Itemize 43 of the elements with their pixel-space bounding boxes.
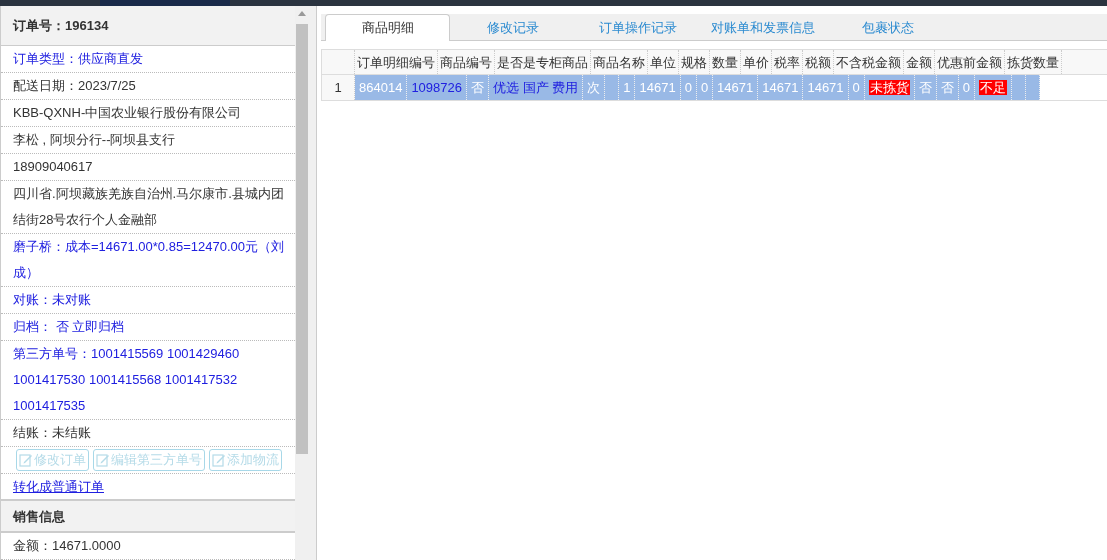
edit-icon [212, 453, 226, 467]
row-number: 1 [322, 75, 355, 100]
tab[interactable]: 修改记录 [450, 14, 575, 40]
table-cell: 否 [936, 75, 959, 100]
table-cell: 14671 [803, 75, 849, 100]
tab[interactable]: 包裹状态 [825, 14, 950, 40]
status-badge: 不足 [979, 80, 1008, 95]
column-header: 不含税金额 [834, 50, 904, 74]
column-header: 税率 [772, 50, 803, 74]
edit-icon [96, 453, 110, 467]
tab[interactable]: 对账单和发票信息 [700, 14, 825, 40]
edit-icon [19, 453, 33, 467]
tab[interactable]: 商品明细 [325, 14, 450, 41]
column-header: 数量 [710, 50, 741, 74]
column-header: 商品编号 [438, 50, 495, 74]
column-header: 金额 [904, 50, 935, 74]
table-cell: 14671 [713, 75, 759, 100]
order-number-title: 订单号：196134 [1, 6, 295, 46]
selected-row-highlight[interactable]: 1 864014 1098726 否 优选 国产 费用 次 1 14671 0 0 14671 14671 14671 0 未拣货 否 否 0 不足 [322, 75, 1107, 100]
scrollbar[interactable] [295, 6, 309, 560]
column-header: 税额 [803, 50, 834, 74]
table-cell[interactable]: 优选 国产 费用 [489, 75, 584, 100]
column-header: 单价 [741, 50, 772, 74]
table-cell: 14671 [635, 75, 681, 100]
tab[interactable]: 订单操作记录 [575, 14, 700, 40]
table-cell: 否 [914, 75, 937, 100]
column-header: 单位 [648, 50, 679, 74]
table-cell: 否 [467, 75, 489, 100]
section-title: 销售信息 [1, 501, 295, 533]
panel-splitter[interactable] [309, 6, 317, 560]
table-cell: 14671 [758, 75, 804, 100]
column-header: 规格 [679, 50, 710, 74]
table-cell: 次 [583, 75, 606, 100]
column-header: 商品名称 [591, 50, 648, 74]
table-cell: 864014 [355, 75, 408, 100]
table-cell: 1 [619, 75, 636, 100]
column-header: 拣货数量 [1005, 50, 1062, 74]
column-header: 优惠前金额 [935, 50, 1005, 74]
table-cell[interactable]: 1098726 [407, 75, 467, 100]
convert-order-link[interactable]: 转化成普通订单 [1, 474, 104, 499]
status-badge: 未拣货 [868, 80, 910, 95]
column-header: 是否是专柜商品 [495, 50, 591, 74]
column-header: 订单明细编号 [355, 50, 438, 74]
